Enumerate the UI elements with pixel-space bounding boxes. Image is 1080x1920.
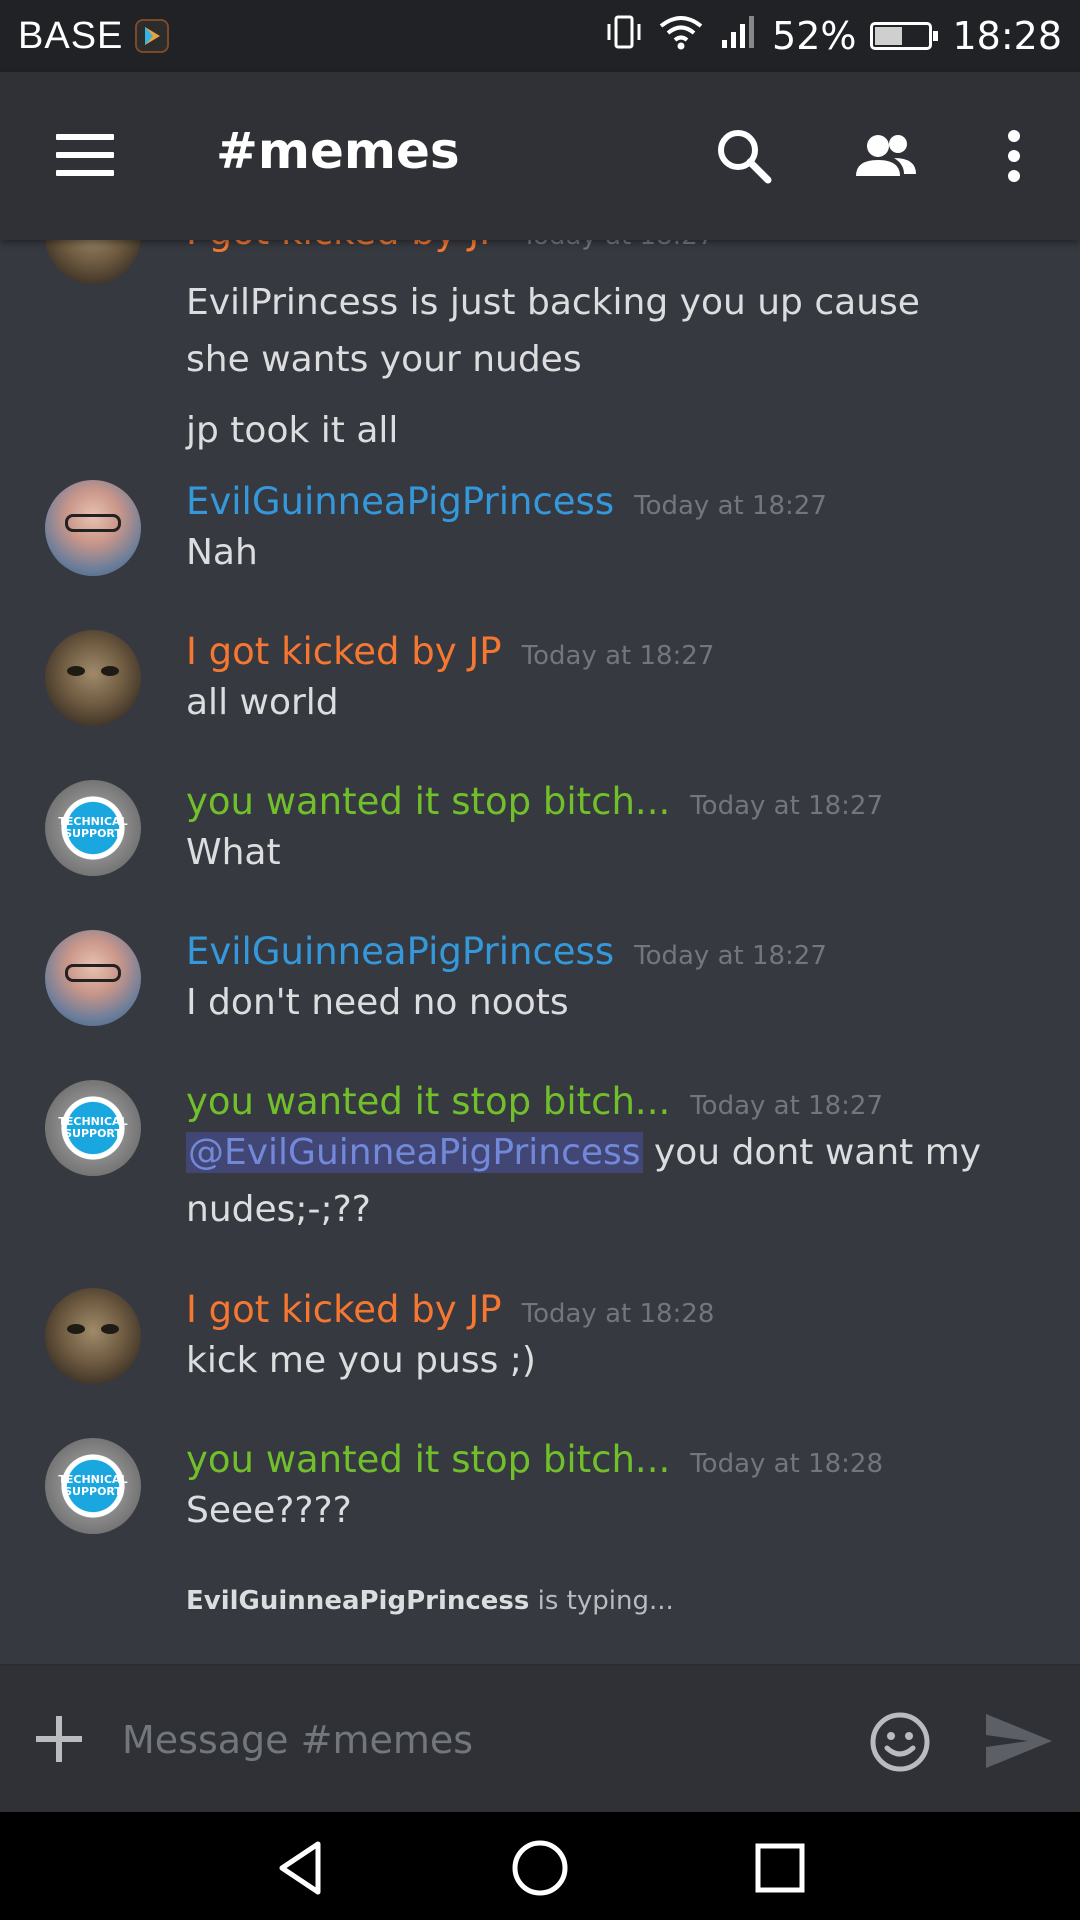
message-text: Nah bbox=[186, 532, 258, 573]
author-name[interactable]: you wanted it stop bitch... bbox=[186, 780, 670, 823]
timestamp: Today at 18:28 bbox=[521, 1299, 715, 1329]
message-header: I got kicked by JP Today at 18:27 bbox=[186, 240, 714, 253]
avatar-text: TECHNICAL SUPPORT bbox=[58, 815, 128, 840]
message-header: EvilGuinneaPigPrincess Today at 18:27 bbox=[186, 480, 827, 523]
recents-icon[interactable] bbox=[750, 1838, 810, 1898]
avatar[interactable] bbox=[45, 240, 141, 284]
avatar[interactable] bbox=[45, 480, 141, 576]
avatar[interactable]: TECHNICAL SUPPORT bbox=[45, 780, 141, 876]
vibrate-icon bbox=[604, 12, 644, 61]
message-input[interactable] bbox=[120, 1704, 844, 1776]
author-name[interactable]: you wanted it stop bitch... bbox=[186, 1080, 670, 1123]
members-icon[interactable] bbox=[854, 124, 918, 188]
message-text: @EvilGuinneaPigPrincess you dont want my… bbox=[186, 1124, 986, 1238]
author-name[interactable]: EvilGuinneaPigPrincess bbox=[186, 930, 614, 973]
author-name[interactable]: I got kicked by JP bbox=[186, 1288, 502, 1331]
battery-icon bbox=[870, 22, 939, 50]
message-header: EvilGuinneaPigPrincess Today at 18:27 bbox=[186, 930, 827, 973]
battery-fill bbox=[875, 27, 903, 45]
signal-icon bbox=[718, 12, 758, 61]
message-header: you wanted it stop bitch... Today at 18:… bbox=[186, 780, 883, 823]
message-header: you wanted it stop bitch... Today at 18:… bbox=[186, 1438, 883, 1481]
author-name[interactable]: you wanted it stop bitch... bbox=[186, 1438, 670, 1481]
avatar[interactable] bbox=[45, 1288, 141, 1384]
status-bar: BASE 52% 18:28 bbox=[0, 0, 1080, 72]
battery-percent: 52% bbox=[772, 14, 857, 58]
home-icon[interactable] bbox=[510, 1838, 570, 1898]
more-vert-icon[interactable] bbox=[982, 124, 1046, 188]
avatar[interactable]: TECHNICAL SUPPORT bbox=[45, 1080, 141, 1176]
typing-text: is typing... bbox=[529, 1586, 674, 1616]
timestamp: Today at 18:27 bbox=[690, 1091, 883, 1121]
wifi-icon bbox=[658, 12, 704, 61]
timestamp: Today at 18:27 bbox=[634, 941, 827, 971]
menu-icon[interactable] bbox=[56, 134, 114, 176]
avatar-text: TECHNICAL SUPPORT bbox=[58, 1473, 128, 1498]
author-name[interactable]: I got kicked by JP bbox=[186, 240, 502, 253]
author-name[interactable]: I got kicked by JP bbox=[186, 630, 502, 673]
status-icons: 52% 18:28 bbox=[604, 12, 1062, 61]
message-text: Seee???? bbox=[186, 1490, 352, 1531]
message-text: What bbox=[186, 832, 281, 873]
timestamp: Today at 18:28 bbox=[690, 1449, 883, 1479]
message-text: kick me you puss ;) bbox=[186, 1340, 536, 1381]
navigation-bar bbox=[0, 1812, 1080, 1920]
avatar-text: TECHNICAL SUPPORT bbox=[58, 1115, 128, 1140]
avatar[interactable] bbox=[45, 630, 141, 726]
typing-indicator: EvilGuinneaPigPrincess is typing... bbox=[186, 1586, 674, 1616]
channel-header: #memes bbox=[0, 72, 1080, 240]
timestamp: Today at 18:27 bbox=[521, 641, 715, 671]
emoji-icon[interactable] bbox=[868, 1710, 932, 1774]
user-mention[interactable]: @EvilGuinneaPigPrincess bbox=[186, 1132, 643, 1173]
message-composer bbox=[0, 1664, 1080, 1812]
timestamp: Today at 18:27 bbox=[634, 491, 827, 521]
timestamp: Today at 18:27 bbox=[690, 791, 883, 821]
avatar[interactable]: TECHNICAL SUPPORT bbox=[45, 1438, 141, 1534]
message-header: I got kicked by JP Today at 18:27 bbox=[186, 630, 714, 673]
message-text: I don't need no noots bbox=[186, 982, 569, 1023]
clock: 18:28 bbox=[952, 14, 1062, 58]
typing-user: EvilGuinneaPigPrincess bbox=[186, 1586, 530, 1616]
back-icon[interactable] bbox=[270, 1838, 330, 1898]
play-store-icon bbox=[135, 19, 170, 53]
message-list[interactable]: I got kicked by JP Today at 18:27 EvilPr… bbox=[0, 240, 1080, 1664]
avatar[interactable] bbox=[45, 930, 141, 1026]
message-text: all world bbox=[186, 682, 339, 723]
message-header: you wanted it stop bitch... Today at 18:… bbox=[186, 1080, 883, 1123]
search-icon[interactable] bbox=[712, 124, 776, 188]
channel-title: #memes bbox=[216, 122, 460, 180]
timestamp: Today at 18:27 bbox=[522, 240, 715, 251]
message-text: EvilPrincess is just backing you up caus… bbox=[186, 282, 920, 380]
message-header: I got kicked by JP Today at 18:28 bbox=[186, 1288, 714, 1331]
carrier-label: BASE bbox=[18, 14, 124, 57]
author-name[interactable]: EvilGuinneaPigPrincess bbox=[186, 480, 614, 523]
send-icon[interactable] bbox=[984, 1710, 1054, 1772]
message-text: jp took it all bbox=[186, 410, 399, 451]
plus-icon[interactable] bbox=[36, 1716, 82, 1762]
